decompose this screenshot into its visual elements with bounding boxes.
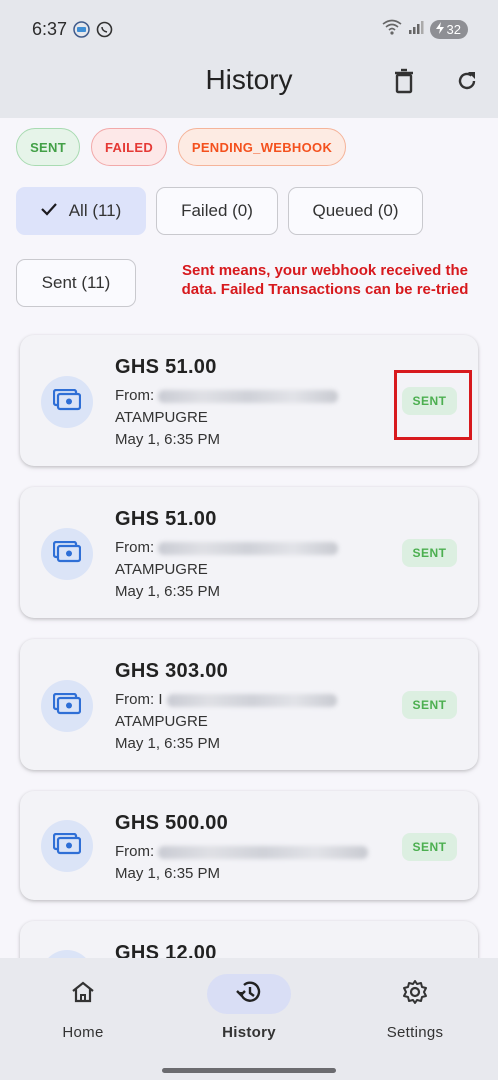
transaction-avatar: [41, 528, 93, 580]
whatsapp-icon: [96, 21, 113, 38]
filter-all[interactable]: All (11): [16, 187, 146, 235]
filter-queued[interactable]: Queued (0): [288, 187, 423, 235]
nav-history-indicator: [207, 974, 291, 1014]
transaction-avatar: [41, 820, 93, 872]
battery-indicator: 32: [429, 20, 468, 39]
bottom-navigation: Home History Settings: [0, 958, 498, 1080]
nav-settings-label: Settings: [386, 1024, 444, 1041]
payment-app-icon: [73, 20, 90, 38]
transaction-time: May 1, 6:35 PM: [115, 431, 221, 448]
transaction-amount: GHS 51.00: [115, 508, 217, 530]
redacted-name: [158, 845, 369, 859]
status-badge: SENT: [402, 539, 457, 567]
nav-home[interactable]: Home: [28, 974, 138, 1041]
transaction-avatar: [41, 680, 93, 732]
transaction-amount: GHS 51.00: [115, 356, 217, 378]
app-bar: History: [0, 58, 498, 118]
transaction-sender-line2: ATAMPUGRE: [115, 409, 208, 426]
payments-icon: [52, 832, 82, 860]
nav-history[interactable]: History: [194, 974, 304, 1041]
transaction-sender: From:: [115, 843, 369, 860]
legend-chip-pending-webhook: PENDING_WEBHOOK: [178, 128, 346, 166]
nav-settings[interactable]: Settings: [360, 974, 470, 1041]
legend-chip-sent: SENT: [16, 128, 80, 166]
transaction-sender-line2: ATAMPUGRE: [115, 713, 208, 730]
payments-icon: [52, 692, 82, 720]
redacted-name: [158, 389, 339, 403]
filter-failed[interactable]: Failed (0): [156, 187, 278, 235]
status-badge: SENT: [402, 833, 457, 861]
payments-icon: [52, 540, 82, 568]
status-bar: 6:37 32: [0, 0, 498, 58]
from-label: From: I: [115, 691, 163, 708]
transaction-card[interactable]: GHS 500.00 From: May 1, 6:35 PM SENT: [20, 791, 478, 900]
charging-icon: [435, 22, 445, 37]
highlight-box: [394, 370, 472, 440]
transaction-sender: From:: [115, 539, 339, 556]
transaction-card[interactable]: GHS 51.00 From: ATAMPUGRE May 1, 6:35 PM…: [20, 487, 478, 618]
payments-icon: [52, 388, 82, 416]
gear-icon: [402, 979, 428, 1010]
transaction-sender: From:: [115, 387, 339, 404]
transaction-avatar: [41, 376, 93, 428]
delete-button[interactable]: [389, 68, 419, 98]
nav-settings-indicator: [373, 974, 457, 1014]
battery-level: 32: [446, 22, 461, 37]
signal-icon: [408, 19, 424, 40]
transaction-sender: From: I: [115, 691, 337, 708]
redacted-name: [166, 693, 337, 707]
wifi-icon: [382, 19, 402, 40]
trash-icon: [393, 68, 415, 99]
home-icon: [70, 980, 96, 1009]
status-badge: SENT: [402, 691, 457, 719]
transaction-amount: GHS 303.00: [115, 660, 229, 682]
nav-home-label: Home: [62, 1024, 104, 1041]
transaction-time: May 1, 6:35 PM: [115, 865, 221, 882]
refresh-icon: [455, 69, 479, 98]
nav-home-indicator: [41, 974, 125, 1014]
transaction-card[interactable]: GHS 303.00 From: I ATAMPUGRE May 1, 6:35…: [20, 639, 478, 770]
transaction-amount: GHS 500.00: [115, 812, 229, 834]
refresh-button[interactable]: [452, 68, 482, 98]
from-label: From:: [115, 387, 155, 404]
nav-history-label: History: [222, 1024, 276, 1041]
gesture-bar: [162, 1068, 336, 1073]
filter-all-label: All (11): [68, 201, 122, 220]
status-time: 6:37: [32, 18, 68, 39]
transaction-sender-line2: ATAMPUGRE: [115, 561, 208, 578]
transaction-time: May 1, 6:35 PM: [115, 583, 221, 600]
from-label: From:: [115, 843, 155, 860]
check-icon: [40, 201, 57, 221]
page-title: History: [205, 64, 293, 95]
from-label: From:: [115, 539, 155, 556]
legend-chip-failed: FAILED: [91, 128, 167, 166]
redacted-name: [158, 541, 339, 555]
transaction-time: May 1, 6:35 PM: [115, 735, 221, 752]
annotation-note: Sent means, your webhook received the da…: [181, 262, 469, 298]
filter-sent[interactable]: Sent (11): [16, 259, 136, 307]
history-icon: [235, 979, 263, 1010]
